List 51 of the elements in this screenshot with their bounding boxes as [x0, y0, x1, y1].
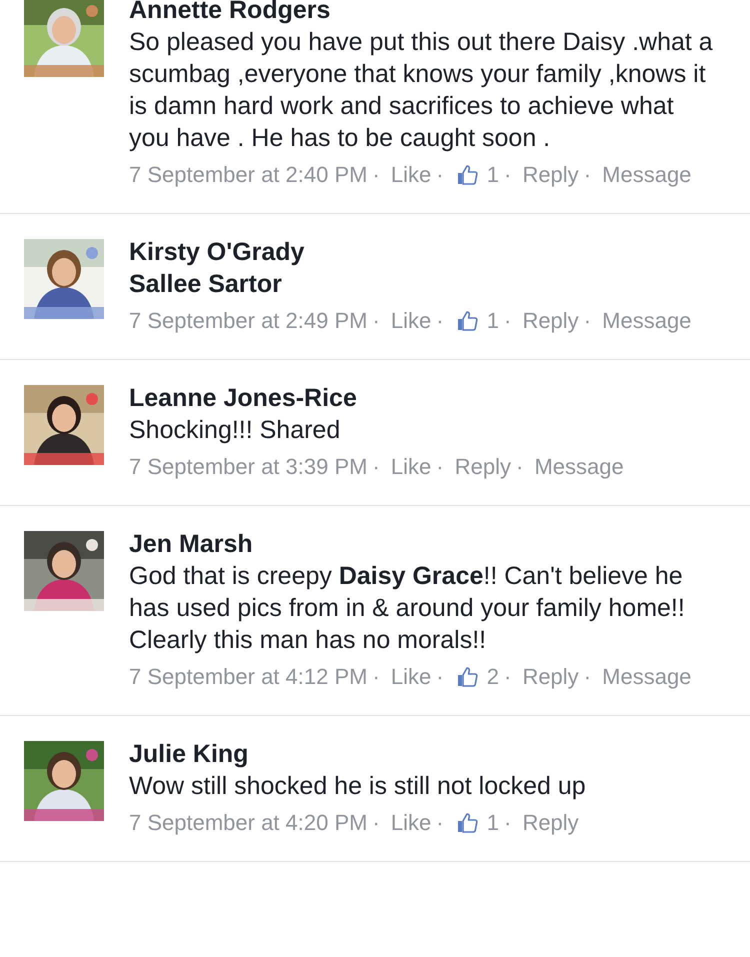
action-link[interactable]: Like: [390, 308, 432, 333]
action-link[interactable]: Reply: [522, 162, 579, 187]
author-name[interactable]: Julie King: [129, 738, 714, 770]
timestamp: 7 September at 2:49 PM: [129, 308, 368, 333]
comment-text: Wow still shocked he is still not locked up: [129, 771, 587, 802]
timestamp: 7 September at 3:39 PM: [129, 454, 368, 479]
like-count: 1: [486, 809, 499, 837]
action-link[interactable]: Like: [390, 162, 432, 187]
like-count: 1: [486, 307, 499, 335]
action-link[interactable]: Like: [390, 454, 432, 479]
separator-dot: ·: [516, 454, 524, 479]
separator-dot: ·: [436, 162, 444, 187]
separator-dot: ·: [504, 162, 512, 187]
action-link[interactable]: Like: [390, 664, 432, 689]
separator-dot: ·: [436, 308, 444, 333]
comment-text: So pleased you have put this out there Daisy .what a scumbag ,everyone that knows your family ,knows it is damn hard work and sacrifices to achieve what you have . He has to be caught soon .: [129, 27, 714, 154]
action-link[interactable]: Message: [602, 664, 692, 689]
separator-dot: ·: [372, 664, 380, 689]
author-name[interactable]: Annette Rodgers: [129, 0, 714, 26]
timestamp: 7 September at 2:40 PM: [129, 162, 368, 187]
timestamp: 7 September at 4:20 PM: [129, 810, 368, 835]
author-name[interactable]: Kirsty O'Grady: [129, 236, 714, 268]
separator-dot: ·: [504, 664, 512, 689]
separator-dot: ·: [584, 162, 592, 187]
separator-dot: ·: [372, 308, 380, 333]
separator-dot: ·: [504, 810, 512, 835]
comment-text: God that is creepy Daisy Grace!! Can't believe he has used pics from in & around your family home!! Clearly this man has no morals!!: [129, 561, 686, 656]
action-link[interactable]: Message: [602, 162, 692, 187]
author-name[interactable]: Leanne Jones-Rice: [129, 382, 714, 414]
separator-dot: ·: [372, 454, 380, 479]
action-link[interactable]: Reply: [522, 664, 579, 689]
action-link[interactable]: Like: [390, 810, 432, 835]
action-link[interactable]: Message: [602, 308, 692, 333]
timestamp: 7 September at 4:12 PM: [129, 664, 368, 689]
action-link[interactable]: Message: [534, 454, 624, 479]
separator-dot: ·: [372, 162, 380, 187]
action-link[interactable]: Reply: [522, 308, 579, 333]
separator-dot: ·: [436, 454, 444, 479]
like-count: 1: [486, 161, 499, 189]
action-link[interactable]: Reply: [454, 454, 511, 479]
tagged-name[interactable]: Sallee Sartor: [129, 268, 714, 300]
separator-dot: ·: [372, 810, 380, 835]
comment-text: Shocking!!! Shared: [129, 415, 342, 446]
separator-dot: ·: [436, 664, 444, 689]
author-name[interactable]: Jen Marsh: [129, 528, 714, 560]
action-link[interactable]: Reply: [522, 810, 579, 835]
separator-dot: ·: [584, 664, 592, 689]
separator-dot: ·: [584, 308, 592, 333]
separator-dot: ·: [436, 810, 444, 835]
like-count: 2: [486, 663, 499, 691]
separator-dot: ·: [504, 308, 512, 333]
